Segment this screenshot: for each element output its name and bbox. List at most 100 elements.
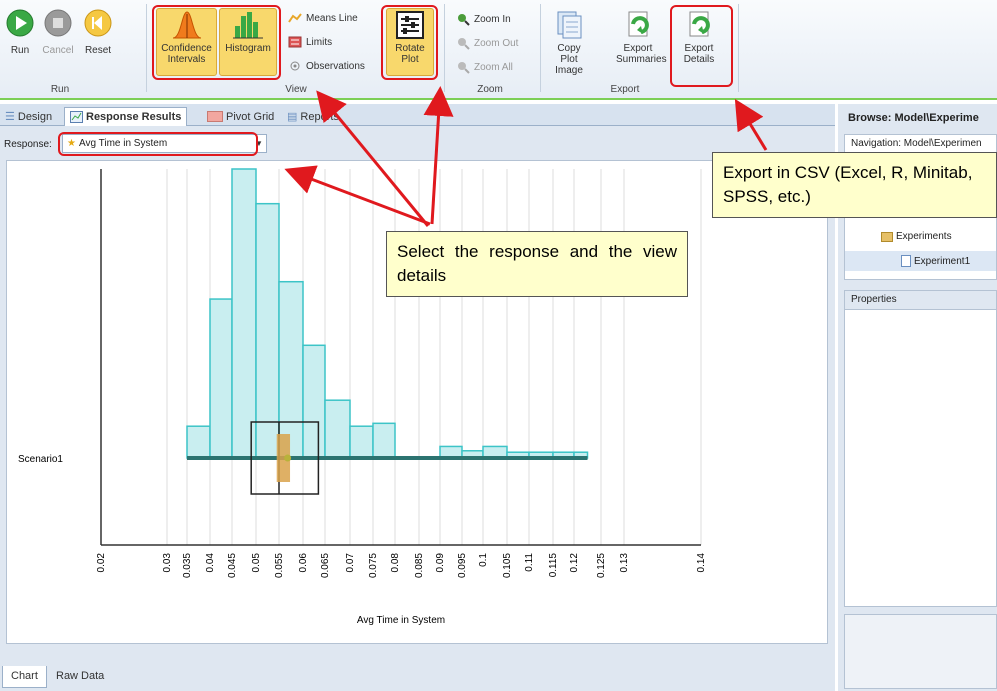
x-tick-label: 0.075 [368,553,379,578]
properties-body [844,309,997,607]
tree-item-experiments[interactable]: Experiments [881,231,952,242]
zoom-in-button[interactable]: Zoom In [456,12,511,26]
zoom-out-label: Zoom Out [474,37,519,49]
means-line-icon [288,13,302,23]
histogram-bar [231,168,257,459]
observations-button[interactable]: Observations [288,60,365,72]
document-icon [901,255,911,267]
zoom-all-icon [458,62,470,74]
reset-icon [84,9,112,37]
design-icon: ☰ [5,111,15,123]
run-button[interactable]: Run [4,8,36,56]
tree-item-experiment1[interactable]: Experiment1 [845,251,996,271]
copy-plot-image-icon [557,11,582,39]
response-label: Response: [4,139,52,150]
browse-title: Browse: Model\Experime [848,112,979,124]
select-callout: Select the response and the view details [386,231,688,297]
tab-response-results-label: Response Results [86,111,182,123]
tab-response-results[interactable]: Response Results [64,107,188,126]
histogram-bar [255,202,280,459]
navigation-bar: Navigation: Model\Experimen [844,134,997,154]
x-tick-label: 0.07 [345,553,356,573]
copy-plot-image-label: Copy Plot Image [555,43,583,76]
tree-item-experiment1-label: Experiment1 [914,255,971,267]
tab-chart[interactable]: Chart [2,666,47,688]
limits-label: Limits [306,36,333,48]
zoom-all-button[interactable]: Zoom All [456,60,513,74]
limits-button[interactable]: Limits [288,36,332,48]
histogram-bar [186,425,211,459]
cancel-label: Cancel [42,45,74,56]
x-tick-label: 0.14 [696,553,707,573]
export-summaries-label: Export Summaries [616,43,667,65]
histogram-bar [349,425,374,459]
tab-pivot-grid[interactable]: Pivot Grid [202,107,279,126]
x-tick-label: 0.09 [435,553,446,573]
chart-icon [70,111,83,123]
reset-button[interactable]: Reset [80,8,116,56]
cancel-icon [44,9,72,37]
limits-icon [288,36,302,48]
tab-pivot-grid-label: Pivot Grid [226,110,275,123]
histogram-bar [278,280,304,459]
x-tick-label: 0.08 [390,553,401,573]
mean-marker [284,454,292,462]
reset-label: Reset [84,45,112,56]
x-tick-label: 0.085 [414,553,425,578]
x-axis-title: Avg Time in System [357,615,445,626]
x-tick-label: 0.11 [524,553,535,572]
x-tick-label: 0.06 [298,553,309,573]
zoom-group-label: Zoom [477,84,503,95]
x-tick-label: 0.055 [274,553,285,578]
histogram-bar [209,298,233,459]
tab-reports-label: Reports [300,110,339,123]
zoom-in-label: Zoom In [474,13,511,25]
pivot-grid-icon [207,111,223,122]
x-tick-label: 0.045 [227,553,238,578]
properties-header: Properties [844,290,997,310]
tree-item-experiments-label: Experiments [896,231,952,242]
export-group-label: Export [610,84,640,95]
zoom-out-button[interactable]: Zoom Out [456,36,518,50]
x-tick-label: 0.12 [569,553,580,573]
means-line-button[interactable]: Means Line [288,12,358,24]
histogram-bar [372,422,396,459]
view-group-label: View [285,84,307,95]
tab-raw-data[interactable]: Raw Data [48,666,112,688]
zoom-all-label: Zoom All [474,61,513,73]
x-tick-label: 0.04 [205,553,216,573]
tab-design[interactable]: ☰ Design [0,107,57,126]
x-tick-label: 0.035 [182,553,193,578]
reports-icon: ▤ [287,111,298,123]
x-tick-label: 0.095 [457,553,468,578]
x-tick-label: 0.065 [320,553,331,578]
export-callout: Export in CSV (Excel, R, Minitab, SPSS, … [712,152,997,218]
x-tick-label: 0.03 [162,553,173,573]
document-tabs: ☰ Design Response Results Pivot Grid ▤ R… [0,104,835,126]
zoom-out-icon [458,38,470,50]
x-tick-label: 0.1 [478,553,489,567]
run-group-label: Run [50,84,70,95]
observations-label: Observations [306,60,365,72]
export-summaries-button[interactable]: Export Summaries [610,10,667,65]
x-tick-label: 0.05 [251,553,262,573]
copy-plot-image-button[interactable]: Copy Plot Image [544,10,594,76]
x-tick-label: 0.125 [596,553,607,578]
x-tick-label: 0.13 [619,553,630,573]
export-summaries-icon [628,11,649,37]
category-label: Scenario1 [18,454,63,465]
folder-icon [881,231,893,242]
results-panel: Response: ★ Avg Time in System ▼ Scenari… [0,126,835,666]
cancel-button[interactable]: Cancel [38,8,78,56]
run-label: Run [10,45,30,56]
x-tick-label: 0.02 [96,553,107,573]
means-line-label: Means Line [306,12,358,24]
ribbon: Run Cancel Reset Run Confidence Interval… [0,0,997,100]
tab-reports[interactable]: ▤ Reports [282,107,344,126]
zoom-in-icon [458,14,470,26]
x-tick-label: 0.115 [548,553,559,578]
histogram-bar [324,399,351,459]
description-pane [844,614,997,689]
tab-design-label: Design [17,110,53,123]
observations-icon [290,61,300,71]
